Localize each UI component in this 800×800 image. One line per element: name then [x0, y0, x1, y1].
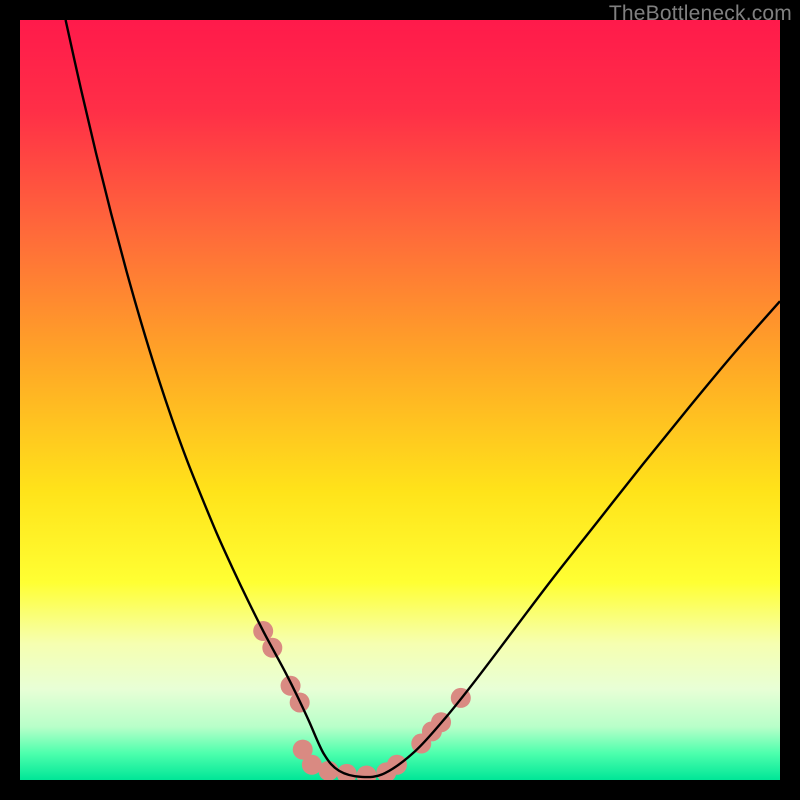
highlight-marker: [319, 761, 339, 780]
bottleneck-chart: [20, 20, 780, 780]
chart-frame: [20, 20, 780, 780]
watermark-text: TheBottleneck.com: [609, 2, 792, 26]
chart-background: [20, 20, 780, 780]
